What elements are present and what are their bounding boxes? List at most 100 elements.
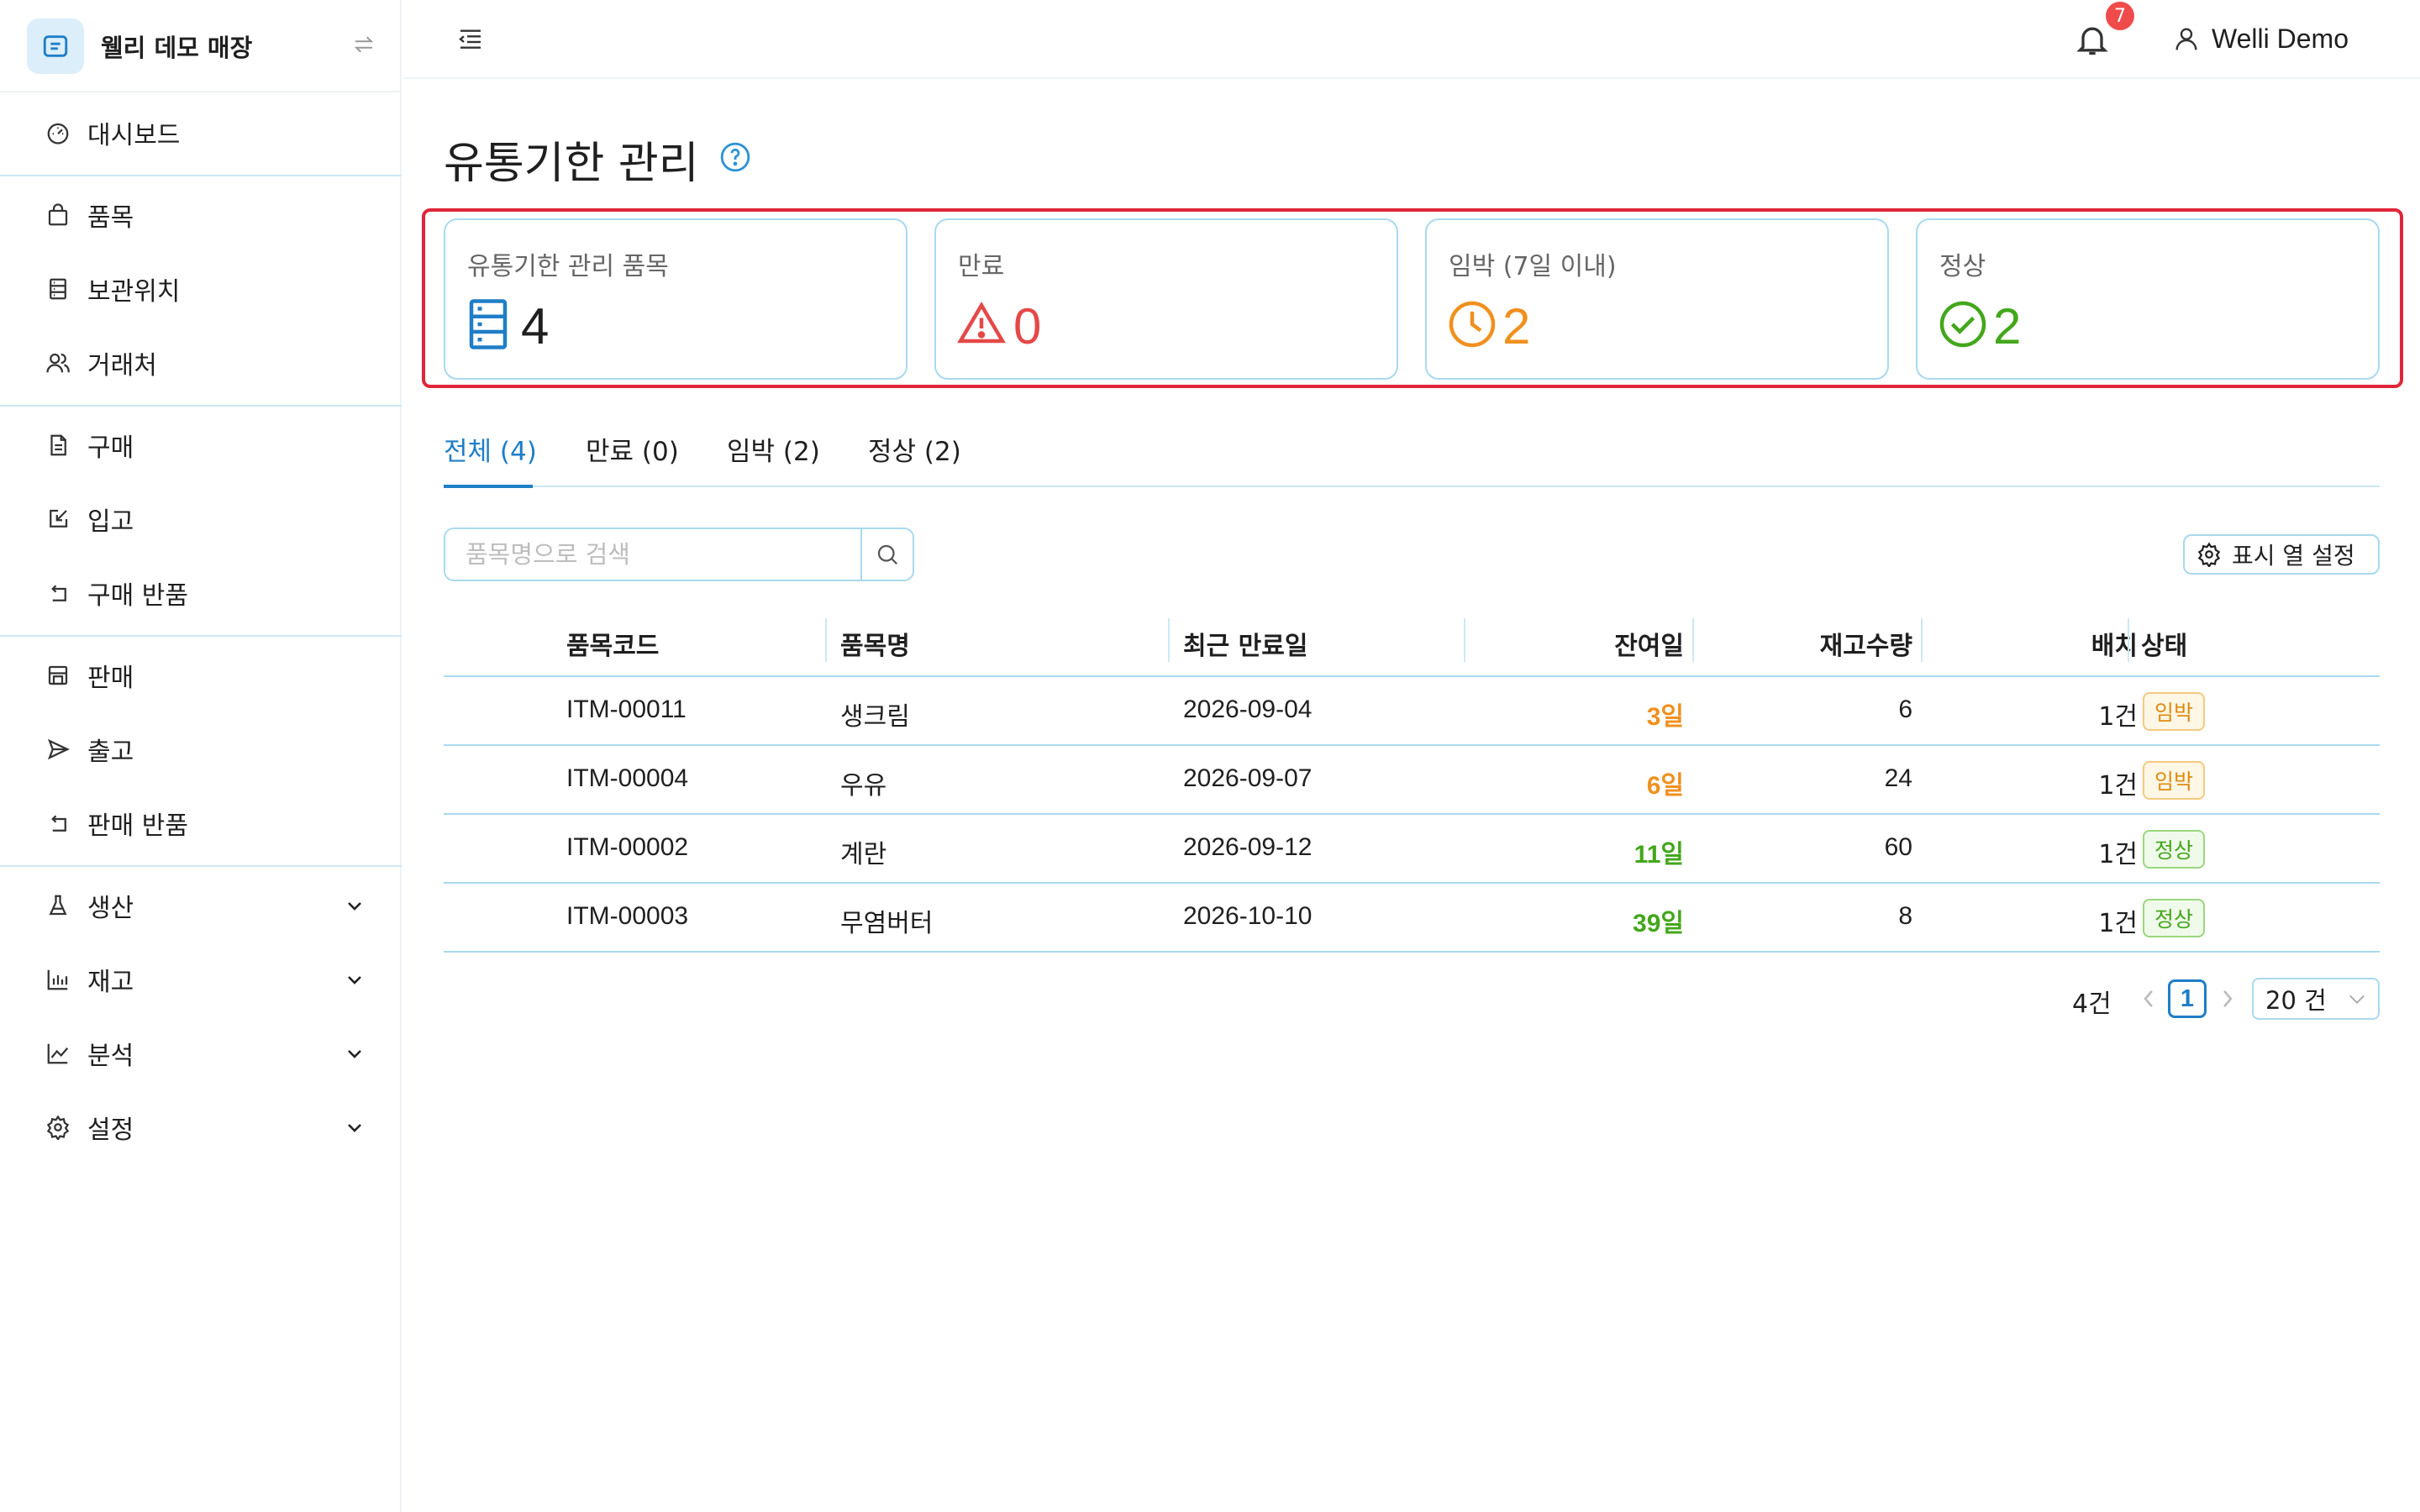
- sidebar-item-inventory[interactable]: 재고: [0, 949, 402, 1010]
- column-divider: [1168, 618, 1170, 662]
- chevron-right-icon[interactable]: [2218, 988, 2237, 1010]
- sidebar-item-sales[interactable]: 판매: [0, 645, 402, 706]
- tab-label: 만료 (0): [586, 437, 679, 467]
- column-header-name[interactable]: 품목명: [840, 625, 910, 662]
- tab-imminent[interactable]: 임박 (2): [727, 430, 820, 468]
- tab-label: 임박 (2): [727, 437, 820, 467]
- sidebar-divider: [0, 635, 402, 637]
- sidebar-item-sales-return[interactable]: 판매 반품: [0, 793, 402, 853]
- column-settings-label: 표시 열 설정: [2232, 542, 2355, 570]
- tab-all[interactable]: 전체 (4): [444, 430, 537, 468]
- people-icon: [46, 353, 70, 373]
- table-row[interactable]: ITM-00002 계란 2026-09-12 11일 60 1건 정상: [444, 815, 2380, 884]
- tab-active-indicator: [444, 485, 533, 488]
- question-icon[interactable]: [719, 141, 751, 173]
- chevron-down-icon[interactable]: [345, 1117, 365, 1137]
- sidebar-divider: [0, 865, 402, 867]
- sidebar-item-production[interactable]: 생산: [0, 875, 402, 936]
- column-header-batch[interactable]: 배치: [1936, 625, 2138, 662]
- sidebar-item-analytics[interactable]: 분석: [0, 1023, 402, 1084]
- stat-card-managed: 유통기한 관리 품목 4: [444, 218, 908, 380]
- column-divider: [825, 618, 827, 662]
- cell-expiry: 2026-09-12: [1183, 833, 1313, 861]
- flask-icon: [49, 895, 67, 916]
- search-button[interactable]: [860, 529, 913, 580]
- column-header-status[interactable]: 상태: [2141, 625, 2187, 662]
- stat-value: 2: [1993, 298, 2022, 354]
- cell-expiry: 2026-09-04: [1183, 696, 1313, 723]
- column-settings-button[interactable]: 표시 열 설정: [2183, 534, 2380, 575]
- cell-stock: 6: [1898, 696, 1912, 723]
- tab-label: 전체 (4): [444, 437, 537, 467]
- bar-chart-icon: [47, 969, 68, 990]
- check-circle-icon: [1939, 301, 1986, 348]
- cell-batch: 1건: [2098, 702, 2138, 732]
- sidebar-item-storage[interactable]: 보관위치: [0, 259, 402, 319]
- stat-value: 4: [521, 298, 550, 354]
- column-header-code[interactable]: 품목코드: [566, 625, 659, 662]
- sidebar-item-label: 재고: [87, 968, 134, 997]
- cell-stock: 8: [1898, 902, 1912, 930]
- chevron-left-icon[interactable]: [2139, 988, 2158, 1010]
- sidebar-item-dashboard[interactable]: 대시보드: [0, 102, 402, 163]
- status-badge: 정상: [2143, 830, 2206, 869]
- page-size-value: 20 건: [2265, 986, 2327, 1015]
- chevron-down-icon[interactable]: [345, 895, 365, 916]
- user-menu[interactable]: Welli Demo: [2173, 22, 2349, 55]
- cell-batch: 1건: [2098, 771, 2138, 801]
- cell-code: ITM-00003: [566, 902, 689, 930]
- sidebar-item-partners[interactable]: 거래처: [0, 333, 402, 393]
- sidebar-item-purchase-return[interactable]: 구매 반품: [0, 563, 402, 623]
- cell-code: ITM-00002: [566, 833, 689, 861]
- status-tabs: 전체 (4) 만료 (0) 임박 (2) 정상 (2): [444, 420, 2380, 488]
- gear-icon: [46, 1115, 70, 1140]
- column-divider: [1692, 618, 1694, 662]
- column-header-expiry[interactable]: 최근 만료일: [1183, 625, 1307, 662]
- cell-code: ITM-00004: [566, 764, 689, 792]
- page-button-current[interactable]: 1: [2168, 979, 2207, 1018]
- chevron-down-icon[interactable]: [345, 1043, 365, 1063]
- tab-expired[interactable]: 만료 (0): [586, 430, 679, 468]
- column-header-days-left[interactable]: 잔여일: [1479, 625, 1684, 662]
- page-size-select[interactable]: 20 건: [2252, 978, 2380, 1020]
- sidebar-item-settings[interactable]: 설정: [0, 1097, 402, 1158]
- table-row[interactable]: ITM-00004 우유 2026-09-07 6일 24 1건 임박: [444, 746, 2380, 815]
- storage-icon: [50, 278, 66, 300]
- search-input[interactable]: [445, 529, 860, 580]
- table-row[interactable]: ITM-00003 무염버터 2026-10-10 39일 8 1건 정상: [444, 884, 2380, 953]
- table-row[interactable]: ITM-00011 생크림 2026-09-04 3일 6 1건 임박: [444, 677, 2380, 746]
- status-badge: 임박: [2143, 692, 2206, 731]
- cell-days-left: 39일: [1633, 910, 1684, 937]
- expiry-table: 품목코드 품목명 최근 만료일 잔여일 재고수량 배치 상태 ITM-00011…: [444, 605, 2380, 953]
- cell-batch: 1건: [2098, 909, 2138, 938]
- search-box: [444, 528, 914, 581]
- tab-normal[interactable]: 정상 (2): [868, 430, 961, 468]
- sidebar-item-label: 출고: [87, 738, 134, 767]
- swap-icon[interactable]: [351, 32, 376, 60]
- stat-label: 만료: [958, 252, 1005, 281]
- table-header: 품목코드 품목명 최근 만료일 잔여일 재고수량 배치 상태: [444, 605, 2380, 677]
- sidebar-item-inbound[interactable]: 입고: [0, 489, 402, 549]
- chevron-down-icon[interactable]: [345, 969, 365, 990]
- cell-days-left: 3일: [1646, 703, 1684, 731]
- bell-icon[interactable]: [2074, 20, 2111, 59]
- cell-name: 생크림: [840, 702, 910, 732]
- cell-days-left: 11일: [1634, 841, 1684, 869]
- sidebar-item-label: 생산: [87, 894, 134, 923]
- sidebar-item-items[interactable]: 품목: [0, 185, 402, 245]
- stat-value: 2: [1502, 298, 1531, 354]
- sidebar-item-label: 대시보드: [87, 121, 181, 150]
- sidebar-item-purchase[interactable]: 구매: [0, 415, 402, 475]
- store-switcher[interactable]: 웰리 데모 매장: [0, 0, 402, 92]
- cell-name: 계란: [840, 840, 887, 869]
- sidebar-item-outbound[interactable]: 출고: [0, 719, 402, 780]
- column-header-stock[interactable]: 재고수량: [1707, 625, 1912, 662]
- cell-name: 우유: [840, 771, 887, 801]
- cell-stock: 24: [1884, 764, 1912, 792]
- menu-fold-icon[interactable]: [455, 25, 486, 52]
- sidebar: 웰리 데모 매장 대시보드 품목 보관위치 거래처 구매 입고 구매 반품 판매…: [0, 0, 402, 1512]
- stat-label: 정상: [1939, 252, 1986, 281]
- notification-badge: 7: [2106, 2, 2134, 30]
- warning-icon: [957, 302, 1006, 344]
- send-icon: [47, 738, 70, 760]
